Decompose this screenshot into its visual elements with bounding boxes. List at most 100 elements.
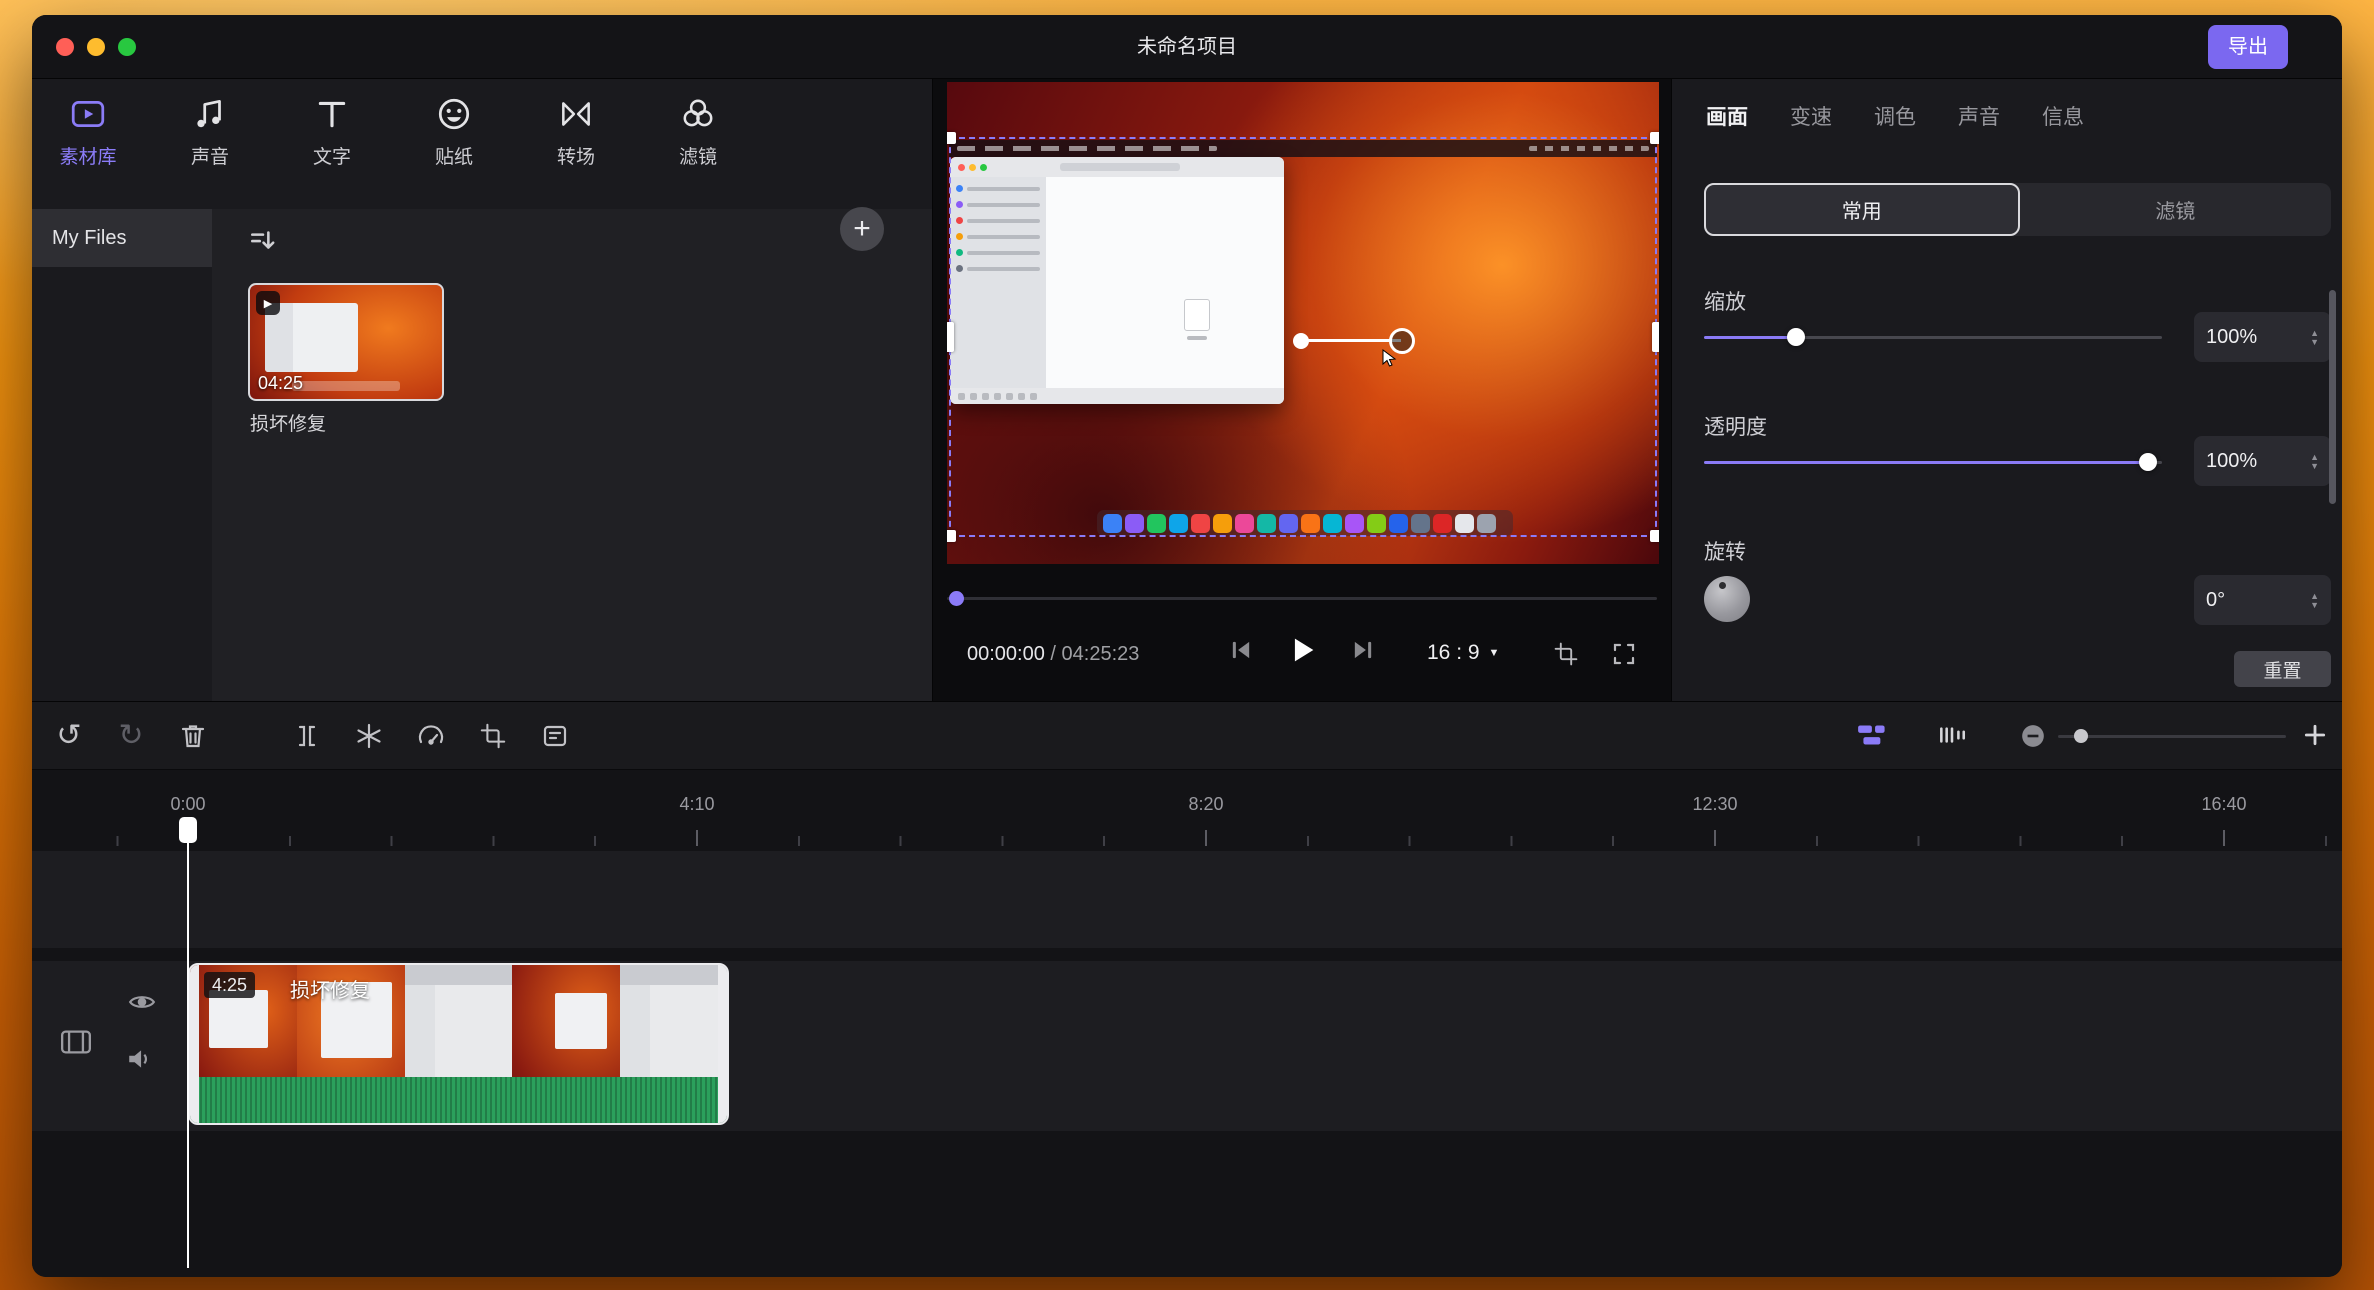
redo-button[interactable]: ↻: [110, 715, 152, 757]
media-library-icon: [69, 95, 107, 133]
timeline-ruler[interactable]: 0:00 4:10 8:20 12:30 16:40: [32, 770, 2342, 848]
ruler-label: 4:10: [679, 794, 714, 815]
scale-value-stepper[interactable]: 100% ▲▼: [2194, 312, 2331, 362]
opacity-slider[interactable]: [1704, 453, 2162, 471]
timeline-toolbar: ↺ ↻: [32, 702, 2342, 770]
inspector-tabs: 画面 变速 调色 声音 信息: [1706, 101, 2084, 131]
opacity-value: 100%: [2206, 450, 2257, 473]
export-button[interactable]: 导出: [2208, 25, 2288, 69]
add-media-button[interactable]: +: [840, 207, 884, 251]
library-sidebar: My Files: [32, 209, 212, 701]
delete-button[interactable]: [172, 715, 214, 757]
magnetic-timeline-toggle[interactable]: [1856, 722, 1892, 748]
media-name: 损坏修复: [250, 409, 326, 436]
tab-transition[interactable]: 转场: [532, 95, 620, 209]
overlay-track-lane[interactable]: [32, 851, 2342, 948]
track-view-toggle[interactable]: [1936, 722, 1968, 748]
tab-color[interactable]: 调色: [1874, 101, 1916, 131]
timeline-zoom-slider[interactable]: [2058, 735, 2286, 738]
tab-label: 声音: [191, 142, 229, 169]
music-note-icon: [191, 95, 229, 133]
recorded-menubar: [949, 140, 1657, 157]
main-track-lane[interactable]: 4:25 损坏修复: [32, 961, 2342, 1131]
ruler-label: 8:20: [1188, 794, 1223, 815]
chevron-down-icon: ▼: [1489, 647, 1500, 659]
sidebar-item-my-files[interactable]: My Files: [32, 209, 212, 267]
mode-tab-common[interactable]: 常用: [1704, 183, 2020, 236]
transform-control-line: [1301, 339, 1401, 342]
app-window: 未命名项目 导出 素材库 声音 文字: [32, 15, 2342, 1277]
aspect-ratio-value: 16 : 9: [1427, 641, 1480, 665]
timecode: 00:00:00 / 04:25:23: [967, 643, 1139, 666]
selection-handle-mid-right[interactable]: [1652, 322, 1659, 352]
timeline: 0:00 4:10 8:20 12:30 16:40: [32, 770, 2342, 1277]
progress-track[interactable]: [947, 597, 1657, 600]
video-track-icon: [58, 1027, 94, 1057]
speed-button[interactable]: [410, 715, 452, 757]
rotation-label: 旋转: [1704, 536, 1746, 566]
tab-audio[interactable]: 声音: [166, 95, 254, 209]
media-item-card[interactable]: ▶ 04:25: [248, 283, 444, 401]
scale-slider-thumb[interactable]: [1787, 328, 1805, 346]
finder-close-dot: [958, 164, 965, 171]
finder-body: [950, 177, 1284, 388]
stepper-arrows-icon[interactable]: ▲▼: [2310, 329, 2319, 346]
tab-filter[interactable]: 滤镜: [654, 95, 742, 209]
aspect-ratio-dropdown[interactable]: 16 : 9 ▼: [1427, 641, 1499, 665]
rotation-knob[interactable]: [1704, 576, 1750, 622]
tab-sticker[interactable]: 贴纸: [410, 95, 498, 209]
previous-frame-button[interactable]: [1227, 636, 1255, 664]
tab-text[interactable]: 文字: [288, 95, 376, 209]
media-tabs: 素材库 声音 文字 贴纸: [32, 79, 932, 209]
tab-info[interactable]: 信息: [2042, 101, 2084, 131]
zoom-out-button[interactable]: [2020, 723, 2046, 749]
freeze-frame-button[interactable]: [348, 715, 390, 757]
project-title: 未命名项目: [32, 15, 2342, 79]
track-mute-toggle[interactable]: [126, 1047, 154, 1071]
scale-slider[interactable]: [1704, 328, 2162, 346]
stepper-arrows-icon[interactable]: ▲▼: [2310, 453, 2319, 470]
play-button[interactable]: [1285, 633, 1319, 667]
stepper-arrows-icon[interactable]: ▲▼: [2310, 592, 2319, 609]
undo-button[interactable]: ↺: [48, 715, 90, 757]
split-clip-button[interactable]: [286, 715, 328, 757]
timecode-separator: /: [1050, 643, 1056, 665]
recorded-finder-window: [950, 157, 1284, 404]
finder-titlebar: [950, 157, 1284, 177]
opacity-slider-thumb[interactable]: [2139, 453, 2157, 471]
zoom-in-button[interactable]: [2302, 722, 2328, 748]
fullscreen-button[interactable]: [1611, 641, 1637, 667]
canvas-fit-button[interactable]: [1553, 641, 1579, 667]
selection-handle-bottom-left[interactable]: [947, 530, 956, 542]
video-canvas[interactable]: [947, 82, 1659, 564]
tab-media-library[interactable]: 素材库: [44, 95, 132, 209]
inspector-panel: 画面 变速 调色 声音 信息 常用 滤镜 缩放 100% ▲▼: [1672, 79, 2342, 701]
inspector-scrollbar[interactable]: [2329, 290, 2336, 504]
thumbnail-dock-shape: [292, 381, 400, 391]
reset-button[interactable]: 重置: [2234, 651, 2331, 687]
clip-name: 损坏修复: [290, 974, 370, 1003]
tab-picture[interactable]: 画面: [1706, 101, 1748, 131]
sort-icon[interactable]: [248, 225, 278, 255]
ruler-major-ticks: [32, 830, 2342, 846]
selection-handle-bottom-right[interactable]: [1650, 530, 1659, 542]
rotation-value-stepper[interactable]: 0° ▲▼: [2194, 575, 2331, 625]
opacity-value-stepper[interactable]: 100% ▲▼: [2194, 436, 2331, 486]
next-frame-button[interactable]: [1349, 636, 1377, 664]
recorded-dock: [1097, 510, 1513, 536]
preview-panel: 00:00:00 / 04:25:23 16 : 9 ▼: [932, 79, 1672, 701]
progress-thumb[interactable]: [949, 591, 964, 606]
annotation-button[interactable]: [534, 715, 576, 757]
timeline-clip[interactable]: 4:25 损坏修复: [188, 963, 729, 1125]
mode-tab-filter[interactable]: 滤镜: [2020, 183, 2332, 236]
tab-sound[interactable]: 声音: [1958, 101, 2000, 131]
crop-button[interactable]: [472, 715, 514, 757]
track-visibility-toggle[interactable]: [128, 991, 156, 1013]
tab-speed[interactable]: 变速: [1790, 101, 1832, 131]
timeline-zoom-thumb[interactable]: [2074, 729, 2088, 743]
clip-duration-badge: 4:25: [204, 972, 255, 998]
opacity-slider-track: [1704, 461, 2162, 464]
clip-audio-waveform: [190, 1077, 727, 1123]
transform-anchor-dot[interactable]: [1293, 333, 1309, 349]
finder-sidebar: [950, 177, 1046, 388]
